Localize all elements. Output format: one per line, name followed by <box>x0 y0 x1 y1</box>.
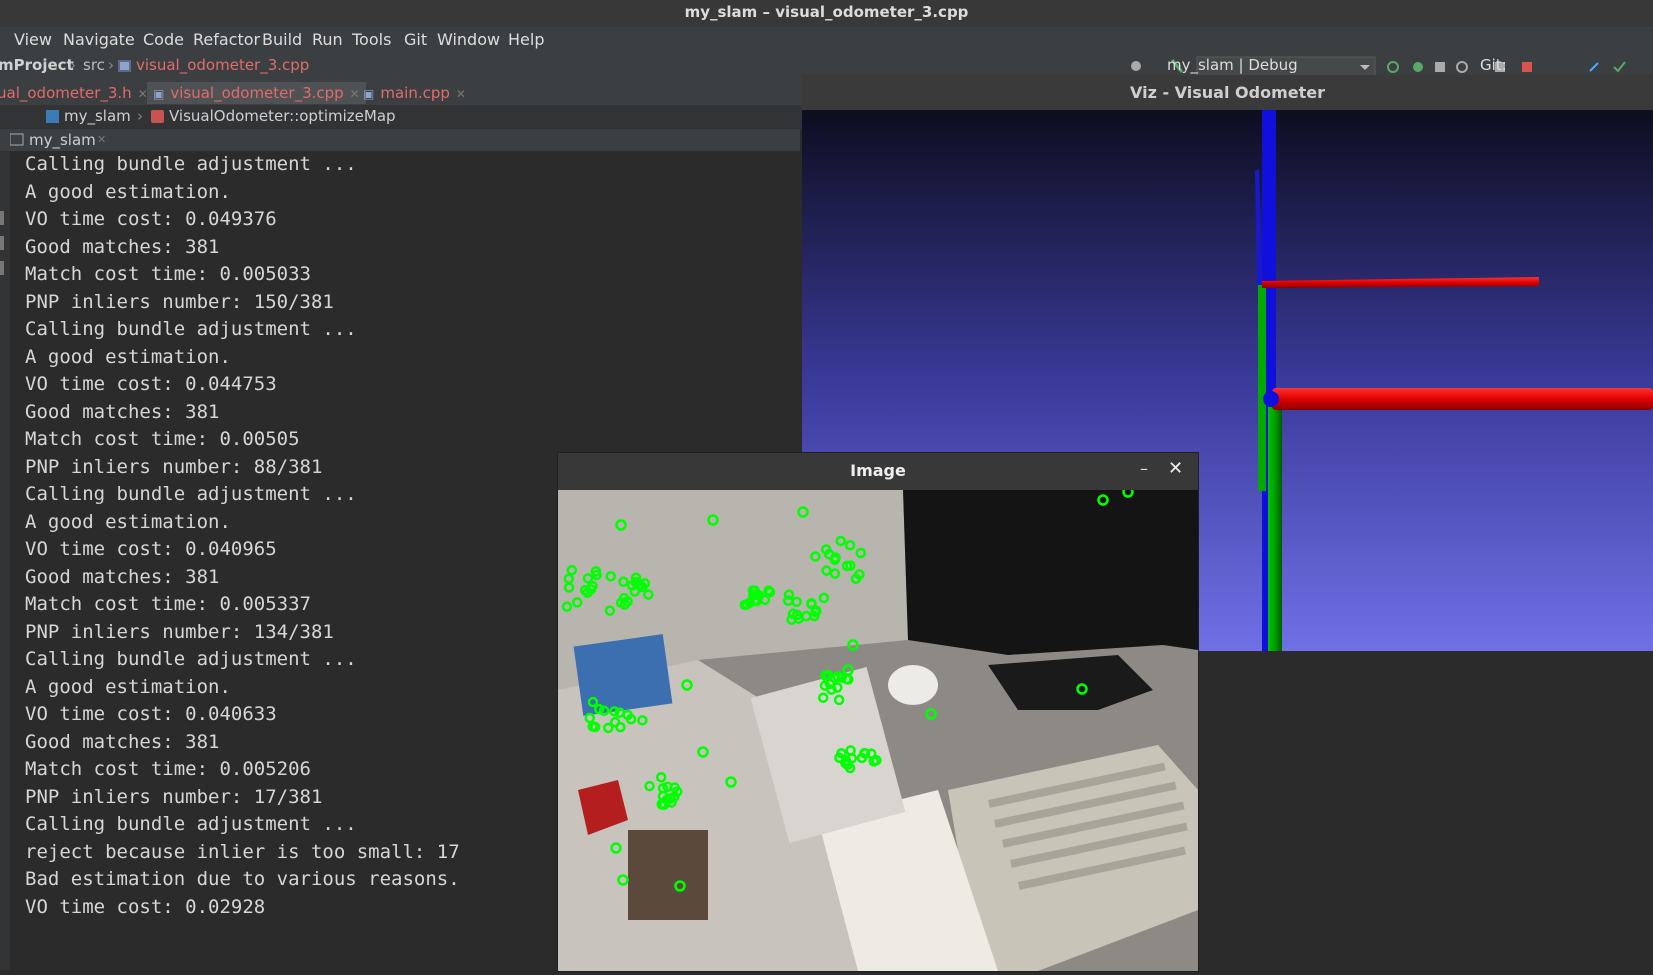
menu-git[interactable]: Git <box>404 30 427 49</box>
console-line: Match cost time: 0.00505 <box>25 428 300 450</box>
breadcrumb-separator-icon: › <box>70 56 76 74</box>
console-line: A good estimation. <box>25 180 231 203</box>
menu-bar: : View Navigate Code Refactor Build Run … <box>0 27 1653 54</box>
console-line: PNP inliers number: 17/381 <box>25 785 323 808</box>
image-canvas[interactable] <box>558 486 1198 971</box>
profile-icon <box>1456 61 1468 73</box>
menu-code[interactable]: Code <box>143 30 184 49</box>
menu-build[interactable]: Build <box>262 30 302 49</box>
window-title-bar: my_slam – visual_odometer_3.cpp <box>0 0 1653 27</box>
console-line: PNP inliers number: 150/381 <box>25 290 334 313</box>
paper-cup <box>888 665 938 705</box>
console-line: Calling bundle adjustment ... <box>25 813 357 835</box>
git-label: Git: <box>1480 56 1507 74</box>
stop-icon <box>1522 62 1532 72</box>
console-line: VO time cost: 0.044753 <box>25 373 277 395</box>
console-line: Calling bundle adjustment ... <box>25 483 357 505</box>
console-line: Match cost time: 0.005337 <box>25 593 311 615</box>
console-line: Calling bundle adjustment ... <box>25 153 357 175</box>
breadcrumb-folder[interactable]: src <box>83 56 105 74</box>
debug-bug-icon <box>1413 62 1423 72</box>
nav-module[interactable]: my_slam <box>64 107 131 125</box>
console-line: VO time cost: 0.02928 <box>25 895 266 918</box>
console-line: Bad estimation due to various reasons. <box>25 868 460 890</box>
console-line: PNP inliers number: 88/381 <box>25 455 323 478</box>
gutter-marker <box>0 236 4 250</box>
console-line: Good matches: 381 <box>25 730 220 753</box>
close-icon[interactable]: ✕ <box>456 87 466 101</box>
console-line: reject because inlier is too small: 17 <box>25 840 460 863</box>
axis-x-main <box>1272 388 1653 410</box>
close-icon[interactable]: ✕ <box>350 87 360 101</box>
menu-tools[interactable]: Tools <box>352 30 391 49</box>
console-line: VO time cost: 0.049376 <box>25 208 277 230</box>
close-icon[interactable]: ✕ <box>97 133 106 146</box>
run-tool-tabs: my_slam ✕ <box>0 129 800 151</box>
run-tab-label[interactable]: my_slam <box>29 131 96 149</box>
breadcrumb-file[interactable]: visual_odometer_3.cpp <box>136 56 309 74</box>
menu-navigate[interactable]: Navigate <box>63 30 135 49</box>
image-window-title: Image <box>558 453 1198 490</box>
nav-function[interactable]: VisualOdometer::optimizeMap <box>169 107 396 125</box>
cpp-file-icon <box>118 59 132 77</box>
rerun-icon <box>1387 61 1399 73</box>
cpp-file-icon: ▣ <box>153 87 165 101</box>
viz-window-title: Viz - Visual Odometer <box>802 75 1653 110</box>
console-line: Good matches: 381 <box>25 565 220 588</box>
image-window[interactable]: Image – ✕ <box>557 452 1199 972</box>
console-line: Good matches: 381 <box>25 235 220 258</box>
menu-run[interactable]: Run <box>312 30 343 49</box>
menu-overflow-glyph: : <box>0 30 1 49</box>
console-line: VO time cost: 0.040965 <box>25 538 277 560</box>
function-icon <box>151 109 164 127</box>
console-icon <box>9 133 24 151</box>
menu-window[interactable]: Window <box>437 30 500 49</box>
console-line: Match cost time: 0.005206 <box>25 758 311 780</box>
console-gutter <box>0 151 10 970</box>
console-line: Calling bundle adjustment ... <box>25 648 357 670</box>
gutter-marker <box>0 261 4 275</box>
tab-label: main.cpp <box>380 84 450 102</box>
window-title: my_slam – visual_odometer_3.cpp <box>684 3 969 21</box>
camera-frame <box>558 486 1198 971</box>
close-button[interactable]: ✕ <box>1168 458 1183 479</box>
console-line: A good estimation. <box>25 675 231 698</box>
console-line: A good estimation. <box>25 510 231 533</box>
tab-label: visual_odometer_3.cpp <box>170 84 344 102</box>
console-line: A good estimation. <box>25 345 231 368</box>
tab-visual-odometer-h[interactable]: ual_odometer_3.h ✕ <box>0 82 148 104</box>
axis-origin <box>1263 391 1279 407</box>
tab-main-cpp[interactable]: ▣ main.cpp ✕ <box>363 82 466 104</box>
monitor <box>903 490 1198 655</box>
git-update-icon <box>1589 62 1599 72</box>
menu-view[interactable]: View <box>14 30 52 49</box>
breadcrumb-separator-icon: › <box>108 56 114 74</box>
breadcrumb-project[interactable]: mProject <box>0 56 74 74</box>
nav-separator-icon: › <box>137 107 143 125</box>
coverage-icon <box>1435 62 1445 72</box>
cpp-file-icon: ▣ <box>363 87 375 101</box>
console-line: Match cost time: 0.005033 <box>25 263 311 285</box>
console-line: Calling bundle adjustment ... <box>25 318 357 340</box>
run-config-label[interactable]: my_slam | Debug <box>1167 56 1298 74</box>
axis-y-small <box>1258 285 1266 491</box>
tab-visual-odometer-cpp[interactable]: ▣ visual_odometer_3.cpp ✕ <box>147 82 366 104</box>
console-line: PNP inliers number: 134/381 <box>25 620 334 643</box>
user-icon <box>1131 61 1141 71</box>
photo <box>628 830 708 920</box>
git-commit-icon <box>1613 61 1626 73</box>
menu-refactor[interactable]: Refactor <box>193 30 260 49</box>
tab-label: ual_odometer_3.h <box>0 84 132 102</box>
console-line: Good matches: 381 <box>25 400 220 423</box>
module-icon <box>46 109 59 127</box>
gutter-marker <box>0 211 4 225</box>
axis-y-main <box>1268 395 1282 651</box>
menu-help[interactable]: Help <box>508 30 544 49</box>
console-line: VO time cost: 0.040633 <box>25 703 277 725</box>
minimize-button[interactable]: – <box>1140 459 1148 478</box>
